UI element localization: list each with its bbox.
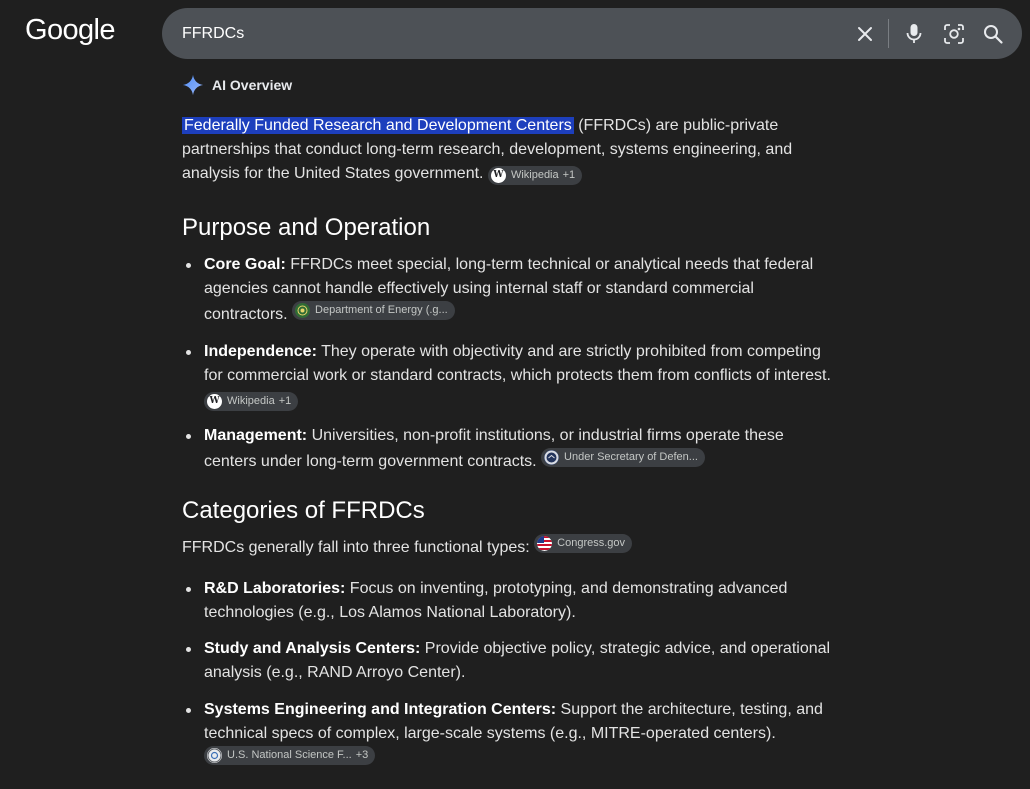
search-icon[interactable] (979, 20, 1007, 48)
nsf-logo-icon (207, 748, 222, 763)
doe-seal-icon (295, 303, 311, 318)
chip-label: Wikipedia (510, 169, 559, 181)
categories-list: R&D Laboratories: Focus on inventing, pr… (182, 577, 832, 772)
list-item: Study and Analysis Centers: Provide obje… (182, 637, 832, 685)
google-logo[interactable]: Google (25, 14, 116, 47)
ai-overview-label: AI Overview (212, 77, 293, 93)
source-chip-wikipedia[interactable]: W Wikipedia +1 (487, 166, 583, 185)
search-divider (888, 19, 889, 48)
search-input[interactable] (182, 8, 822, 59)
chip-more: +1 (562, 169, 576, 181)
categories-intro-text: FFRDCs generally fall into three functio… (182, 539, 535, 556)
list-item-term: Systems Engineering and Integration Cent… (204, 701, 557, 718)
source-chip-congress[interactable]: Congress.gov (534, 534, 633, 553)
list-item: Systems Engineering and Integration Cent… (182, 698, 832, 772)
search-box[interactable] (162, 8, 1022, 59)
wikipedia-icon: W (490, 168, 506, 183)
gemini-sparkle-icon (182, 74, 204, 96)
list-item-term: Management: (204, 427, 308, 444)
dod-seal-icon (544, 450, 560, 465)
list-item-term: Study and Analysis Centers: (204, 640, 421, 657)
chip-label: Under Secretary of Defen... (564, 451, 698, 463)
list-item-term: R&D Laboratories: (204, 580, 346, 597)
categories-intro: FFRDCs generally fall into three functio… (182, 534, 832, 560)
source-chip-doe[interactable]: Department of Energy (.g... (292, 301, 455, 320)
lens-icon[interactable] (940, 20, 968, 48)
wikipedia-icon: W (207, 394, 222, 409)
microphone-icon[interactable] (900, 20, 928, 48)
section-heading-categories: Categories of FFRDCs (182, 497, 425, 524)
chip-label: Department of Energy (.g... (315, 304, 448, 316)
intro-paragraph: Federally Funded Research and Developmen… (182, 114, 832, 186)
source-chip-dod[interactable]: Under Secretary of Defen... (541, 448, 705, 467)
chip-label: Wikipedia (227, 395, 275, 407)
purpose-list: Core Goal: FFRDCs meet special, long-ter… (182, 253, 832, 474)
chip-label: Congress.gov (557, 537, 626, 549)
section-heading-purpose: Purpose and Operation (182, 214, 431, 241)
list-item: Independence: They operate with objectiv… (182, 340, 832, 412)
chip-more: +3 (355, 749, 369, 761)
ai-overview-content: Federally Funded Research and Developmen… (182, 114, 832, 772)
search-results-page: Google FFRDCs AI Overview Federally Fund… (0, 0, 1030, 789)
ai-overview-header: AI Overview (182, 74, 292, 96)
list-item-term: Independence: (204, 343, 317, 360)
us-flag-icon (537, 536, 553, 551)
list-item: R&D Laboratories: Focus on inventing, pr… (182, 577, 832, 625)
source-chip-nsf[interactable]: U.S. National Science F... +3 (204, 746, 376, 765)
chip-more: +1 (278, 395, 292, 407)
close-icon[interactable] (851, 20, 879, 48)
source-chip-wikipedia[interactable]: W Wikipedia +1 (204, 392, 299, 411)
highlighted-term: Federally Funded Research and Developmen… (182, 117, 574, 134)
list-item-term: Core Goal: (204, 256, 286, 273)
list-item: Core Goal: FFRDCs meet special, long-ter… (182, 253, 832, 327)
list-item: Management: Universities, non-profit ins… (182, 424, 832, 474)
chip-label: U.S. National Science F... (227, 749, 352, 761)
